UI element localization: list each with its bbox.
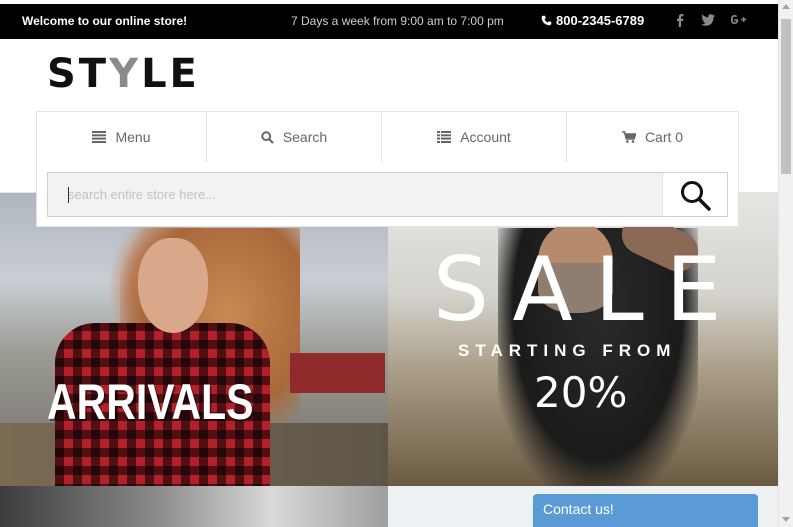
nav-search-label: Search bbox=[282, 129, 328, 145]
scroll-up-arrow[interactable] bbox=[782, 4, 790, 9]
scroll-thumb[interactable] bbox=[781, 19, 791, 174]
nav-account-label: Account bbox=[460, 129, 511, 145]
nav-account[interactable]: Account bbox=[382, 112, 567, 162]
nav-cart[interactable]: Cart 0 bbox=[567, 112, 738, 162]
sale-banner[interactable]: SALE STARTING FROM 20% bbox=[388, 193, 778, 486]
search-submit-button[interactable] bbox=[662, 173, 727, 216]
logo-text-start: ST bbox=[47, 51, 110, 97]
search-bar bbox=[47, 172, 728, 217]
top-bar: Welcome to our online store! 7 Days a we… bbox=[0, 4, 778, 39]
logo-text-accent: Y bbox=[109, 51, 142, 97]
sale-title: SALE bbox=[433, 238, 744, 341]
nav-cart-label: Cart 0 bbox=[644, 129, 684, 145]
new-arrivals-banner[interactable]: ARRIVALS bbox=[0, 193, 388, 486]
search-input[interactable] bbox=[48, 173, 662, 216]
phone-link[interactable]: 800-2345-6789 bbox=[541, 13, 644, 28]
store-logo[interactable]: STYLE bbox=[47, 51, 200, 97]
search-icon bbox=[261, 130, 274, 144]
nav-search[interactable]: Search bbox=[207, 112, 382, 162]
social-links bbox=[672, 12, 747, 28]
facebook-icon[interactable] bbox=[672, 12, 688, 28]
welcome-text: Welcome to our online store! bbox=[22, 14, 188, 28]
vertical-scrollbar[interactable] bbox=[778, 0, 793, 527]
bottom-left-banner[interactable] bbox=[0, 486, 388, 527]
scroll-down-arrow[interactable] bbox=[782, 517, 790, 522]
nav-row: Menu Search Account Cart 0 bbox=[37, 112, 738, 162]
nav-menu-label: Menu bbox=[115, 129, 151, 145]
menu-icon bbox=[92, 131, 107, 143]
cart-icon bbox=[621, 131, 636, 143]
contact-us-button[interactable]: Contact us! bbox=[533, 494, 758, 527]
text-cursor bbox=[68, 187, 69, 203]
banner-photo-barn bbox=[290, 353, 385, 393]
google-plus-icon[interactable] bbox=[728, 12, 747, 28]
phone-number: 800-2345-6789 bbox=[556, 13, 645, 28]
navigation-box: Menu Search Account Cart 0 bbox=[36, 111, 739, 227]
account-icon bbox=[437, 131, 452, 143]
page: Welcome to our online store! 7 Days a we… bbox=[0, 0, 778, 527]
store-hours: 7 Days a week from 9:00 am to 7:00 pm bbox=[291, 14, 504, 28]
phone-icon bbox=[541, 15, 552, 26]
twitter-icon[interactable] bbox=[700, 12, 716, 28]
sale-percent: 20% bbox=[534, 368, 628, 417]
arrivals-title: ARRIVALS bbox=[47, 374, 254, 430]
logo-text-end: LE bbox=[141, 51, 200, 97]
search-icon bbox=[681, 180, 711, 211]
nav-menu[interactable]: Menu bbox=[37, 112, 207, 162]
banner-photo-face bbox=[138, 238, 208, 333]
sale-subtitle: STARTING FROM bbox=[458, 341, 677, 360]
